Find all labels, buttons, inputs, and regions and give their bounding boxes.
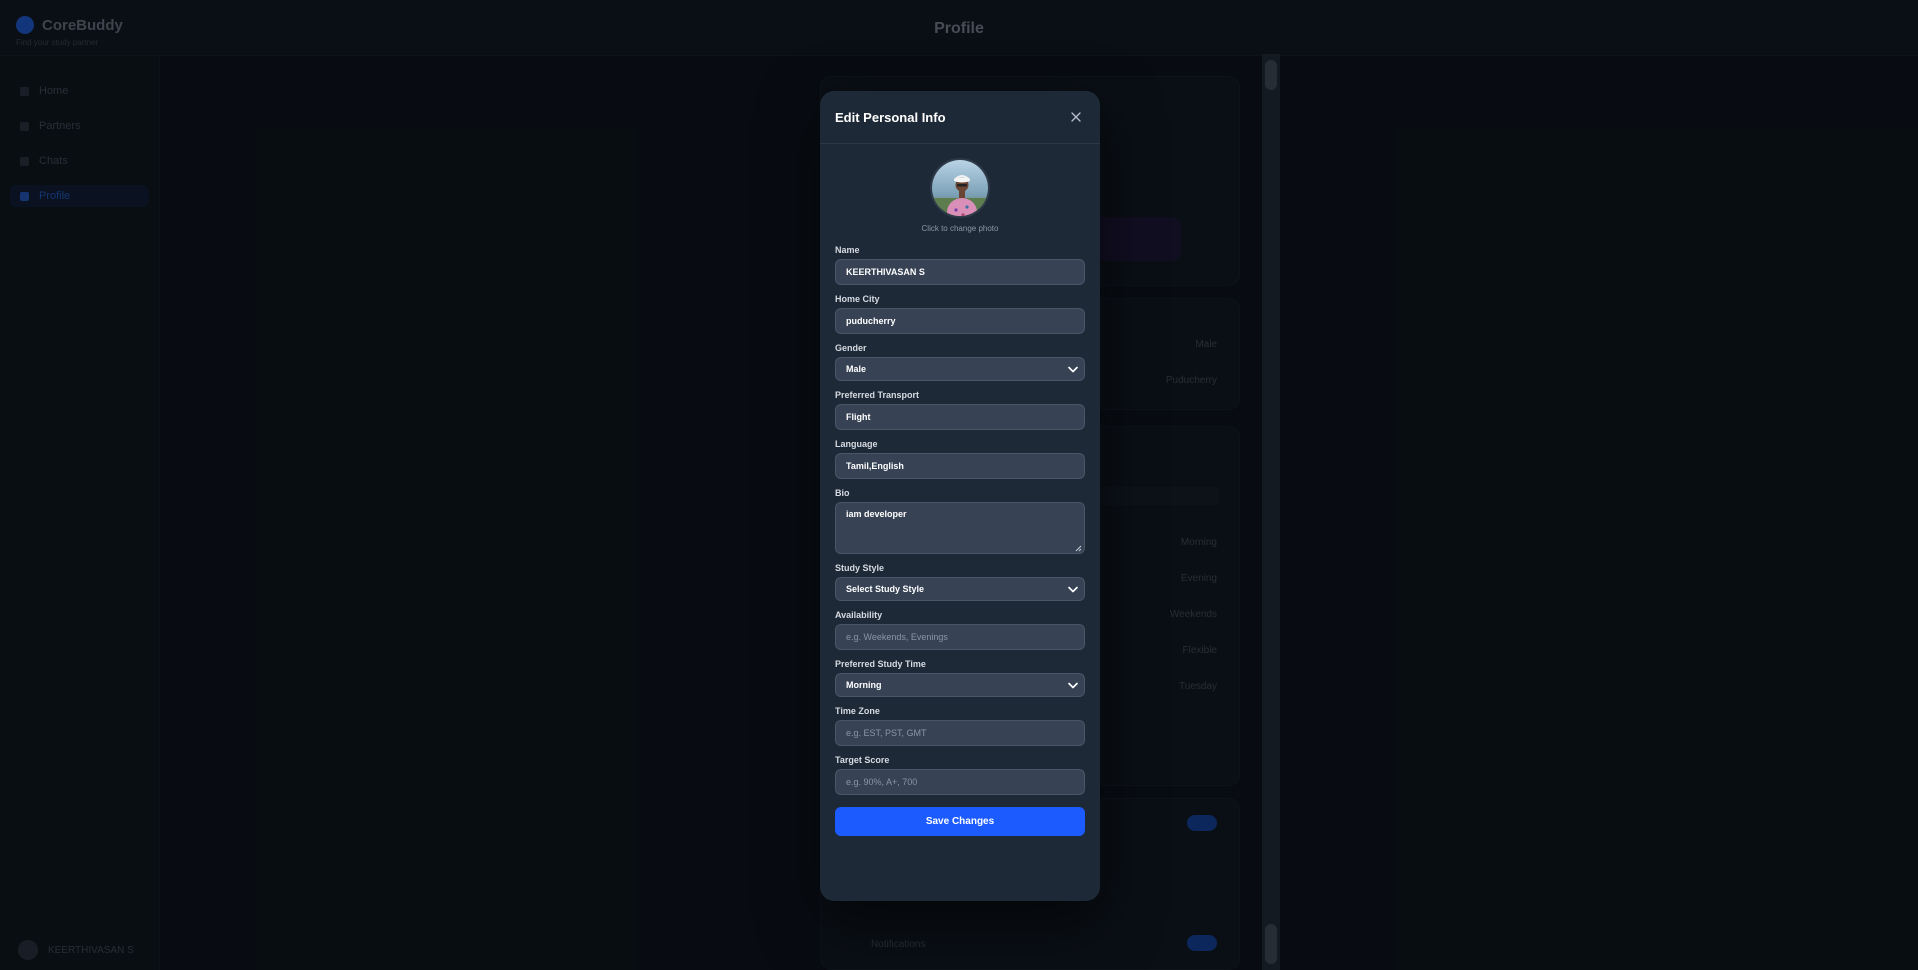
time-zone-field-group: Time Zone e.g. EST, PST, GMT — [835, 706, 1085, 746]
gender-field-group: Gender Male — [835, 343, 1085, 381]
bio-label: Bio — [835, 488, 850, 498]
chevron-down-icon — [1068, 364, 1078, 374]
bio-value: iam developer — [846, 509, 907, 519]
language-label: Language — [835, 439, 878, 449]
preferred-transport-field[interactable]: Flight — [835, 404, 1085, 430]
photo-hint: Click to change photo — [921, 224, 999, 233]
modal-header: Edit Personal Info — [820, 91, 1100, 144]
chevron-down-icon — [1068, 584, 1078, 594]
name-field-group: Name KEERTHIVASAN S — [835, 245, 1085, 285]
study-style-field-group: Study Style Select Study Style — [835, 563, 1085, 601]
study-style-select[interactable]: Select Study Style — [835, 577, 1085, 601]
home-city-label: Home City — [835, 294, 880, 304]
gender-value: Male — [846, 364, 867, 374]
preferred-study-time-label: Preferred Study Time — [835, 659, 926, 669]
preferred-transport-label: Preferred Transport — [835, 390, 920, 400]
edit-personal-info-modal: Edit Personal Info Click to change photo… — [820, 91, 1100, 901]
language-field[interactable]: Tamil,English — [835, 453, 1085, 479]
resize-handle-icon[interactable] — [1075, 544, 1082, 552]
gender-label: Gender — [835, 343, 867, 353]
preferred-study-time-select[interactable]: Morning — [835, 673, 1085, 697]
name-field[interactable]: KEERTHIVASAN S — [835, 259, 1085, 285]
preferred-study-time-value: Morning — [846, 680, 882, 690]
bio-field-group: Bio iam developer — [835, 488, 1085, 554]
target-score-field[interactable]: e.g. 90%, A+, 700 — [835, 769, 1085, 795]
availability-field-group: Availability e.g. Weekends, Evenings — [835, 610, 1085, 650]
photo-section: Click to change photo — [820, 144, 1100, 233]
gender-select[interactable]: Male — [835, 357, 1085, 381]
availability-field[interactable]: e.g. Weekends, Evenings — [835, 624, 1085, 650]
personal-info-form: Name KEERTHIVASAN S Home City puducherry… — [820, 233, 1100, 836]
profile-photo-image — [932, 160, 988, 216]
bio-textarea[interactable]: iam developer — [835, 502, 1085, 554]
preferred-study-time-field-group: Preferred Study Time Morning — [835, 659, 1085, 697]
target-score-field-group: Target Score e.g. 90%, A+, 700 — [835, 755, 1085, 795]
home-city-field-group: Home City puducherry — [835, 294, 1085, 334]
home-city-field[interactable]: puducherry — [835, 308, 1085, 334]
time-zone-label: Time Zone — [835, 706, 880, 716]
modal-title: Edit Personal Info — [835, 109, 946, 125]
chevron-down-icon — [1068, 680, 1078, 690]
close-icon[interactable] — [1067, 108, 1085, 126]
profile-photo[interactable] — [930, 158, 990, 218]
name-label: Name — [835, 245, 860, 255]
language-field-group: Language Tamil,English — [835, 439, 1085, 479]
target-score-label: Target Score — [835, 755, 890, 765]
study-style-label: Study Style — [835, 563, 885, 573]
study-style-value: Select Study Style — [846, 584, 925, 594]
save-changes-button[interactable]: Save Changes — [835, 807, 1085, 836]
time-zone-field[interactable]: e.g. EST, PST, GMT — [835, 720, 1085, 746]
preferred-transport-field-group: Preferred Transport Flight — [835, 390, 1085, 430]
availability-label: Availability — [835, 610, 883, 620]
